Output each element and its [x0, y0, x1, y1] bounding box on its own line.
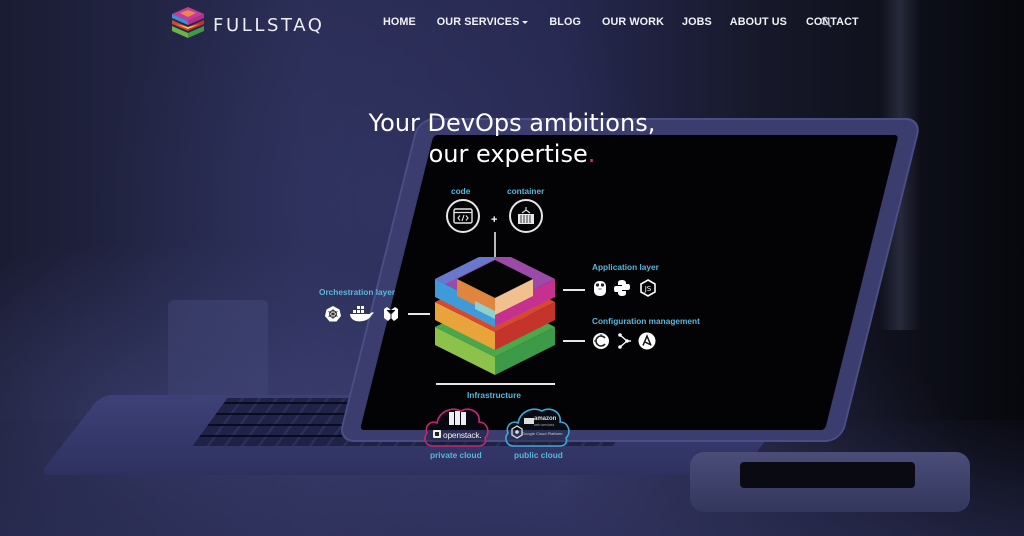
- private-cloud-label: private cloud: [430, 450, 482, 460]
- public-cloud-label: public cloud: [514, 450, 563, 460]
- infrastructure-divider: [436, 383, 555, 385]
- svg-text:JS: JS: [644, 285, 652, 293]
- mesos-icon: [382, 305, 400, 323]
- code-icon: [446, 199, 480, 233]
- chef-icon: [592, 332, 610, 350]
- nodejs-icon: JS: [639, 279, 657, 297]
- application-layer-label: Application layer: [592, 262, 659, 272]
- code-label: code: [451, 186, 471, 196]
- go-gopher-icon: [591, 279, 609, 297]
- openstack-brand: openstack.: [443, 430, 482, 440]
- container-label: container: [507, 186, 545, 196]
- application-connector: [563, 289, 585, 291]
- kubernetes-icon: [324, 305, 342, 323]
- configuration-management-label: Configuration management: [592, 316, 700, 326]
- orchestration-connector: [408, 313, 430, 315]
- ansible-icon: [638, 332, 656, 350]
- saltstack-icon: [616, 332, 634, 350]
- shipping-container-icon: [509, 199, 543, 233]
- python-icon: [613, 279, 631, 297]
- aws-brand-subtitle: web services: [534, 423, 555, 427]
- infrastructure-label: Infrastructure: [467, 390, 521, 400]
- docker-icon: [349, 305, 375, 323]
- layered-stack-graphic: [435, 257, 555, 375]
- config-connector: [563, 340, 585, 342]
- devops-diagram: code container + Orchestration layer App…: [0, 0, 1024, 536]
- orchestration-layer-label: Orchestration layer: [319, 287, 396, 297]
- aws-brand: amazon: [534, 416, 557, 422]
- plus-sign: +: [491, 214, 498, 226]
- google-cloud-brand: Google Cloud Platform: [522, 431, 563, 436]
- private-cloud-icon: [424, 408, 489, 447]
